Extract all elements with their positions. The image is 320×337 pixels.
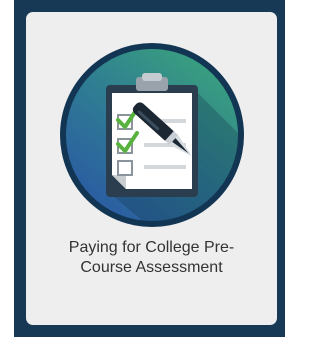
page-frame: Paying for College Pre- Course Assessmen… [14,0,285,337]
clipboard-checklist-pen-icon [60,43,244,227]
card-title-line-2: Course Assessment [80,259,223,276]
card-title-line-1: Paying for College Pre- [68,239,235,256]
card-title: Paying for College Pre- Course Assessmen… [38,238,265,278]
course-assessment-card[interactable]: Paying for College Pre- Course Assessmen… [26,12,277,325]
